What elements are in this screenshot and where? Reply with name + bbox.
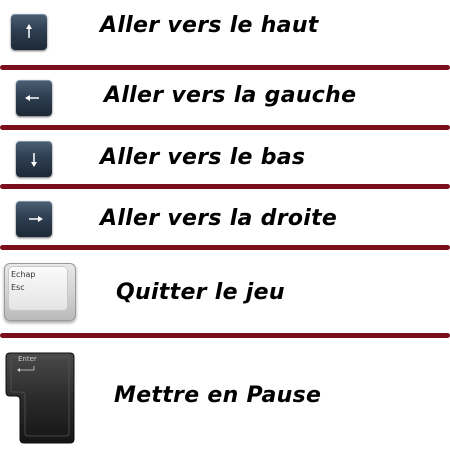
arrow-right-icon (29, 216, 43, 222)
arrow-left-icon (25, 95, 39, 101)
escape-key-label-top: Echap (11, 270, 36, 279)
action-label-quit: Quitter le jeu (116, 280, 285, 305)
divider (0, 184, 450, 189)
escape-key: Echap Esc (4, 263, 76, 321)
right-arrow-key (16, 201, 52, 237)
divider (0, 125, 450, 130)
action-label-right: Aller vers la droite (100, 206, 338, 231)
enter-key: Enter (4, 350, 76, 446)
enter-key-icon (5, 352, 75, 444)
action-label-pause: Mettre en Pause (114, 383, 322, 408)
escape-key-label-bottom: Esc (11, 283, 25, 292)
up-arrow-key (11, 14, 47, 50)
left-arrow-key (16, 80, 52, 116)
divider (0, 65, 450, 70)
action-label-left: Aller vers la gauche (104, 83, 357, 108)
arrow-down-icon (31, 153, 37, 167)
divider (0, 245, 450, 250)
down-arrow-key (16, 141, 52, 177)
arrow-up-icon (26, 24, 32, 38)
action-label-down: Aller vers le bas (100, 145, 306, 170)
action-label-up: Aller vers le haut (100, 13, 319, 38)
enter-key-label: Enter (18, 355, 37, 363)
divider (0, 333, 450, 338)
